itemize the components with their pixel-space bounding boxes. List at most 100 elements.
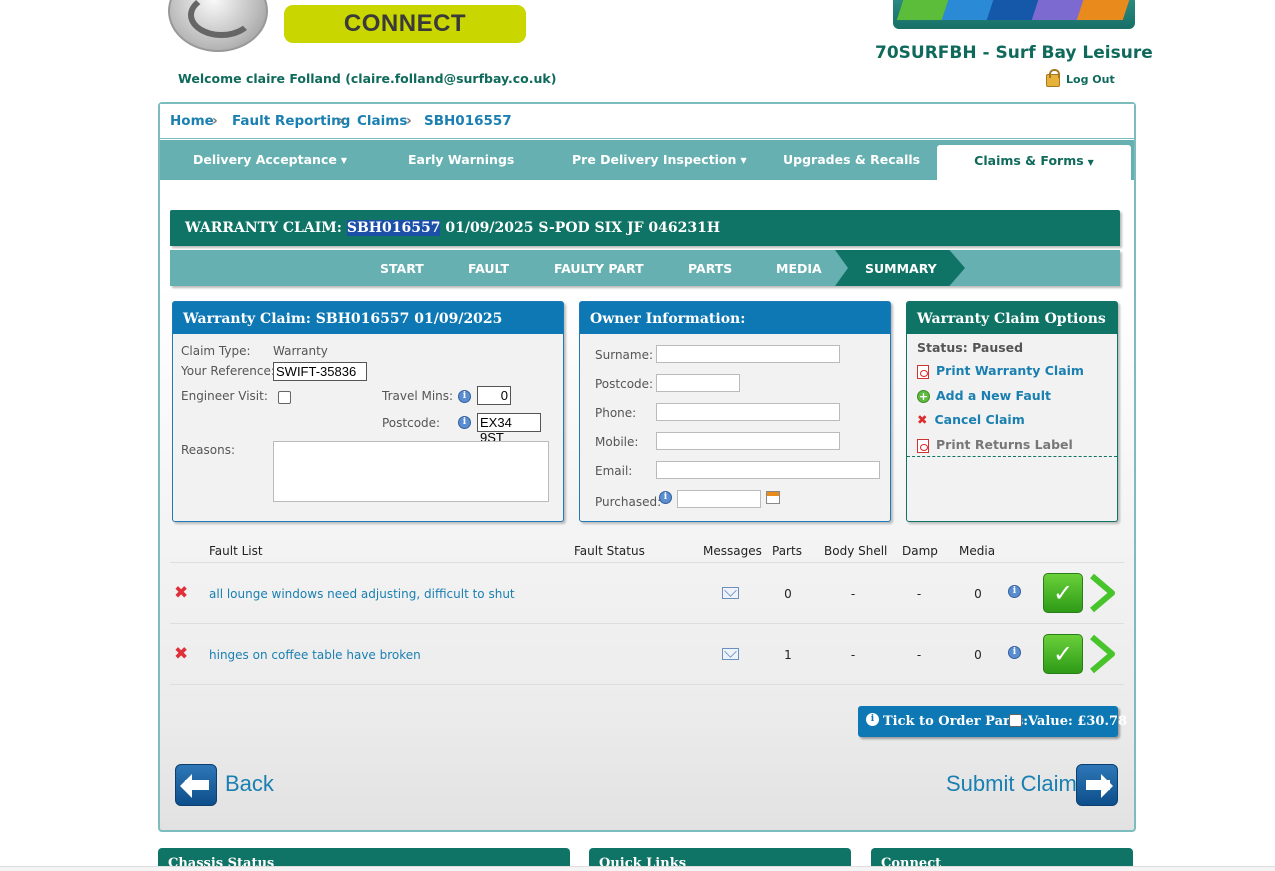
submit-claim-label: Submit Claim: [946, 771, 1077, 796]
engineer-visit-label: Engineer Visit:: [181, 389, 268, 403]
options-panel-title: Warranty Claim Options: [907, 302, 1117, 334]
breadcrumb-home[interactable]: Home: [170, 113, 214, 129]
welcome-text: Welcome claire Folland (claire.folland@s…: [178, 71, 557, 86]
info-icon[interactable]: i: [866, 713, 879, 726]
swift-logo: [168, 0, 268, 52]
reasons-label: Reasons:: [181, 443, 236, 457]
app-icon-5[interactable]: [1076, 0, 1132, 20]
claim-status: Status: Paused: [917, 340, 1024, 355]
postcode-input[interactable]: EX34 9ST: [477, 413, 541, 445]
header-fault-status: Fault Status: [574, 544, 645, 558]
print-warranty-claim-link[interactable]: Print Warranty Claim: [917, 363, 1084, 379]
delete-fault-icon[interactable]: ✖: [174, 583, 188, 603]
engineer-visit-checkbox[interactable]: [278, 391, 291, 404]
row-divider: [170, 623, 1124, 624]
close-icon: ✖: [917, 412, 928, 427]
add-new-fault-link[interactable]: + Add a New Fault: [917, 388, 1051, 403]
message-icon[interactable]: [722, 648, 739, 660]
header-parts: Parts: [772, 544, 802, 558]
lock-icon: [1046, 68, 1060, 87]
nav-upgrades-recalls[interactable]: Upgrades & Recalls: [783, 152, 920, 167]
claim-options-panel: Warranty Claim Options Status: Paused Pr…: [906, 301, 1118, 522]
cancel-claim-link[interactable]: ✖ Cancel Claim: [917, 412, 1025, 427]
breadcrumb-claims[interactable]: Claims: [357, 113, 407, 129]
order-parts-label: Tick to Order Parts:: [883, 714, 1028, 729]
fault-description-link[interactable]: hinges on coffee table have broken: [209, 648, 421, 662]
breadcrumb-separator-icon: ›: [406, 113, 412, 129]
reference-label: Your Reference:: [181, 364, 275, 378]
fault-parts: 0: [784, 587, 792, 601]
dealer-name: 70SURFBH - Surf Bay Leisure: [875, 43, 1153, 63]
fault-parts: 1: [784, 648, 792, 662]
step-parts[interactable]: PARTS: [688, 261, 732, 276]
fault-media: 0: [974, 587, 982, 601]
step-start[interactable]: START: [380, 261, 424, 276]
claim-number-highlight: SBH016557: [346, 220, 441, 236]
calendar-icon[interactable]: [766, 491, 780, 504]
delete-fault-icon[interactable]: ✖: [174, 644, 188, 664]
mobile-label: Mobile:: [595, 435, 639, 449]
purchased-field[interactable]: [677, 490, 761, 508]
nav-pre-delivery-inspection[interactable]: Pre Delivery Inspection ▼: [572, 152, 747, 167]
step-media[interactable]: MEDIA: [776, 261, 822, 276]
info-icon[interactable]: i: [458, 416, 471, 429]
approve-check-icon[interactable]: ✓: [1043, 573, 1083, 613]
row-divider: [170, 684, 1124, 685]
add-icon: +: [917, 390, 930, 403]
fault-body-shell: -: [850, 587, 856, 601]
header-media: Media: [959, 544, 996, 558]
chevron-right-icon[interactable]: [1088, 573, 1116, 613]
step-fault[interactable]: FAULT: [468, 261, 509, 276]
email-field[interactable]: [656, 461, 880, 479]
back-arrow-icon: [175, 764, 217, 806]
info-icon[interactable]: i: [458, 390, 471, 403]
options-divider: [907, 456, 1117, 457]
owner-info-panel: Owner Information: Surname: Postcode: Ph…: [579, 301, 891, 522]
reasons-textarea[interactable]: [273, 441, 549, 502]
header-damp: Damp: [902, 544, 938, 558]
chevron-right-icon[interactable]: [1088, 634, 1116, 674]
nav-early-warnings[interactable]: Early Warnings: [408, 152, 514, 167]
warranty-claim-panel: Warranty Claim: SBH016557 01/09/2025 Cla…: [172, 301, 564, 522]
fault-description-link[interactable]: all lounge windows need adjusting, diffi…: [209, 587, 515, 601]
mobile-field[interactable]: [656, 432, 840, 450]
nav-claims-forms[interactable]: Claims & Forms ▼: [937, 145, 1131, 181]
info-icon[interactable]: i: [659, 491, 672, 504]
fault-body-shell: -: [850, 648, 856, 662]
surname-field[interactable]: [656, 345, 840, 363]
purchased-label: Purchased:: [595, 495, 662, 509]
connect-brand: CONNECT: [284, 5, 526, 43]
print-returns-label-link[interactable]: Print Returns Label: [917, 437, 1073, 453]
pdf-icon: [917, 438, 929, 453]
travel-mins-input[interactable]: 0: [477, 386, 511, 405]
header-messages: Messages: [703, 544, 762, 558]
travel-mins-label: Travel Mins:: [382, 389, 454, 403]
order-parts-checkbox[interactable]: [1009, 714, 1022, 727]
info-icon[interactable]: i: [1008, 585, 1021, 598]
message-icon[interactable]: [722, 587, 739, 599]
back-button[interactable]: Back: [175, 764, 275, 806]
pdf-icon: [917, 364, 929, 379]
phone-label: Phone:: [595, 406, 637, 420]
reference-input[interactable]: SWIFT-35836: [273, 362, 367, 381]
breadcrumb-fault-reporting[interactable]: Fault Reporting: [232, 113, 350, 129]
logout-link[interactable]: Log Out: [1046, 68, 1115, 87]
caret-down-icon: ▼: [340, 156, 347, 165]
owner-postcode-field[interactable]: [656, 374, 740, 392]
top-app-icons: [893, 0, 1135, 29]
breadcrumb-separator-icon: ›: [338, 113, 344, 129]
phone-field[interactable]: [656, 403, 840, 421]
forward-arrow-icon: [1076, 764, 1118, 806]
breadcrumb-claim-number[interactable]: SBH016557: [424, 113, 512, 129]
nav-delivery-acceptance[interactable]: Delivery Acceptance ▼: [193, 152, 347, 167]
submit-claim-button[interactable]: Submit Claim: [940, 764, 1118, 806]
horizontal-scrollbar[interactable]: [0, 866, 1275, 871]
step-summary[interactable]: SUMMARY: [865, 261, 937, 276]
approve-check-icon[interactable]: ✓: [1043, 634, 1083, 674]
postcode-label: Postcode:: [382, 416, 441, 430]
info-icon[interactable]: i: [1008, 646, 1021, 659]
owner-panel-title: Owner Information:: [580, 302, 890, 334]
step-faulty-part[interactable]: FAULTY PART: [554, 261, 644, 276]
breadcrumb-separator-icon: ›: [212, 113, 218, 129]
claim-type-label: Claim Type:: [181, 344, 251, 358]
